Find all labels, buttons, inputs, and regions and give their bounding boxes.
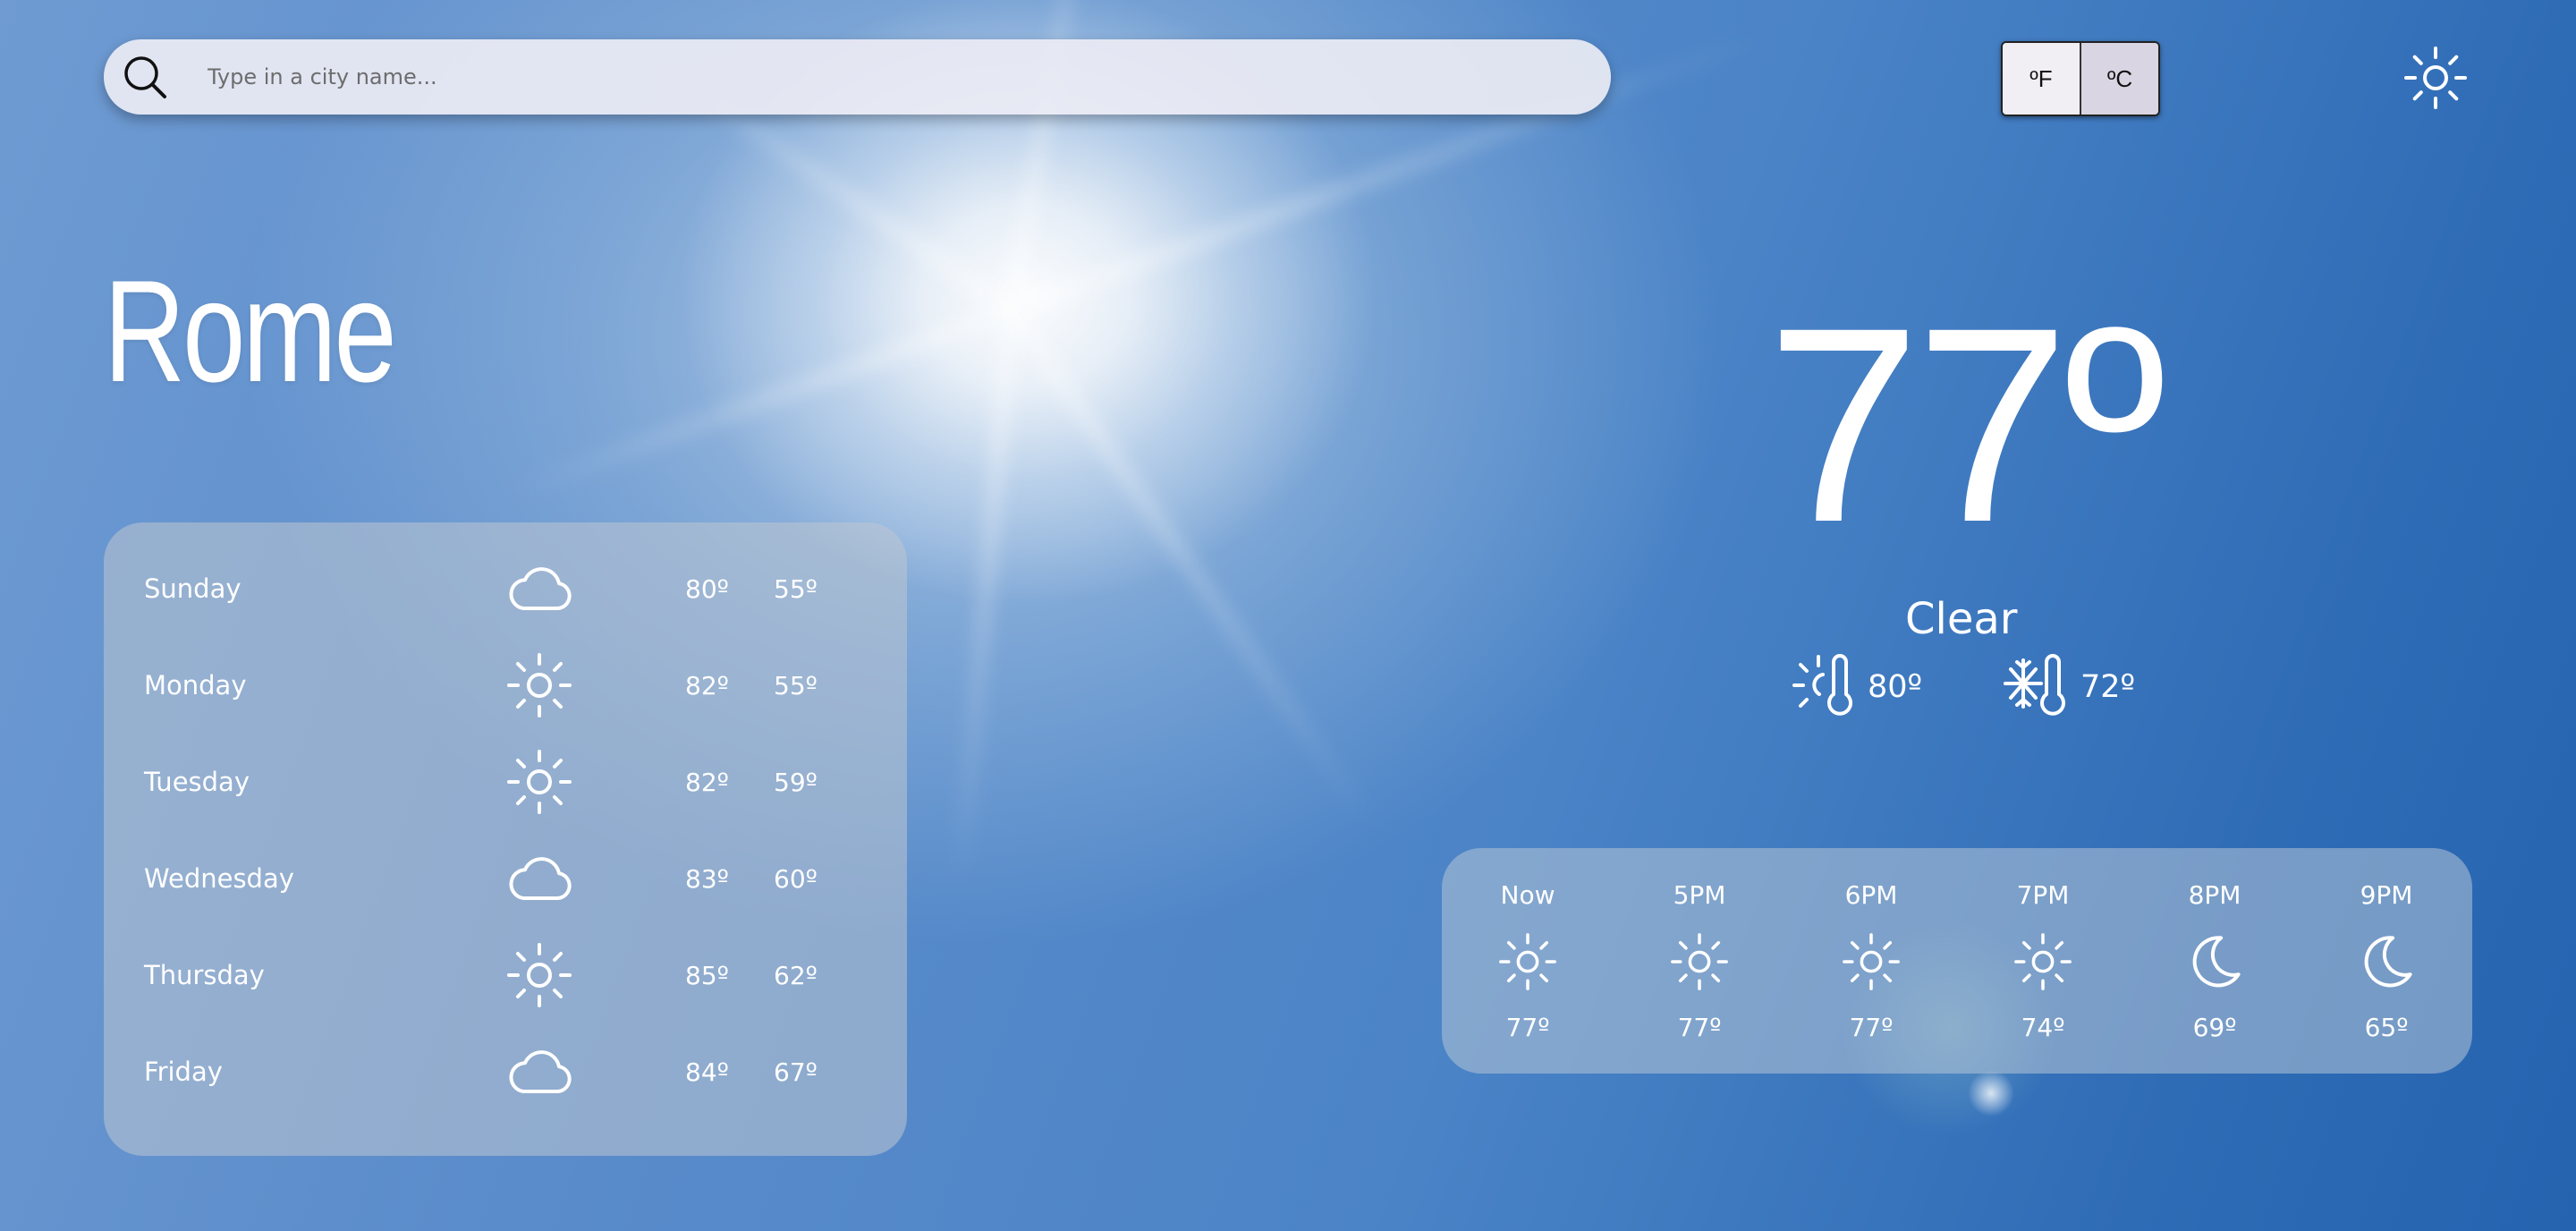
daily-forecast-row: Thursday 85º 62º [104,927,907,1023]
city-name: Rome [104,250,397,412]
hour-temperature: 77º [1505,1013,1550,1042]
day-high: 80º [685,573,729,604]
sun-icon [1671,933,1728,990]
day-high: 83º [685,863,729,894]
day-low: 59º [774,767,818,797]
day-high: 84º [685,1057,729,1087]
celsius-button[interactable]: ºC [2081,43,2158,115]
daily-forecast-row: Friday 84º 67º [104,1023,907,1120]
hourly-forecast-item: 9PM 65º [2319,848,2453,1074]
day-name: Wednesday [144,863,294,894]
thermometer-sun-icon [1792,654,1852,716]
unit-toggle: ºF ºC [2001,41,2160,116]
day-low: 67º [774,1057,818,1087]
day-name: Monday [144,670,247,700]
day-low: 55º [774,573,818,604]
hour-temperature: 65º [2364,1013,2409,1042]
daily-forecast-row: Wednesday 83º 60º [104,830,907,927]
sun-icon [507,750,572,814]
hour-label: 9PM [2360,880,2413,910]
search-icon[interactable] [120,52,170,102]
day-name: Thursday [144,960,265,990]
day-name: Tuesday [144,767,250,797]
theme-toggle-sun-icon[interactable] [2402,45,2469,111]
hour-label: 6PM [1844,880,1898,910]
hour-temperature: 77º [1677,1013,1722,1042]
current-condition: Clear [1905,594,2018,644]
cloud-icon [509,1050,572,1093]
hour-temperature: 77º [1849,1013,1894,1042]
day-high: 85º [685,960,729,990]
hourly-forecast-card: Now 77º 5PM 77º 6PM 77º 7PM 74º 8PM 69º … [1442,848,2472,1074]
daily-forecast-card: Sunday 80º 55º Monday 82º 55º Tuesday 82… [104,522,907,1156]
sun-icon [507,943,572,1007]
current-high-value: 80º [1868,669,1923,705]
hourly-forecast-item: Now 77º [1461,848,1595,1074]
current-low: 72º [2002,649,2135,725]
cloud-icon [509,857,572,900]
sun-icon [1843,933,1900,990]
moon-icon [2364,936,2412,988]
hour-label: 8PM [2188,880,2241,910]
cloud-icon [509,567,572,610]
day-high: 82º [685,767,729,797]
thermometer-snowflake-icon [2004,654,2065,716]
daily-forecast-row: Sunday 80º 55º [104,540,907,637]
hourly-forecast-item: 6PM 77º [1804,848,1938,1074]
hour-label: 5PM [1673,880,1726,910]
daily-forecast-row: Monday 82º 55º [104,637,907,734]
hour-label: Now [1500,880,1555,910]
daily-forecast-row: Tuesday 82º 59º [104,734,907,830]
day-high: 82º [685,670,729,700]
hour-temperature: 69º [2192,1013,2237,1042]
day-low: 62º [774,960,818,990]
day-name: Friday [144,1057,223,1087]
current-low-value: 72º [2080,669,2136,705]
current-temperature: 77º [1767,269,2165,580]
sun-icon [507,653,572,717]
hourly-forecast-item: 7PM 74º [1976,848,2110,1074]
search-bar[interactable] [104,39,1611,115]
hourly-forecast-item: 8PM 69º [2148,848,2282,1074]
hourly-forecast-item: 5PM 77º [1632,848,1767,1074]
day-low: 60º [774,863,818,894]
day-low: 55º [774,670,818,700]
moon-icon [2192,936,2241,988]
day-name: Sunday [144,573,242,604]
sun-icon [2014,933,2072,990]
search-input[interactable] [206,49,1551,105]
hour-label: 7PM [2016,880,2070,910]
current-high: 80º [1789,649,1922,725]
sun-icon [1499,933,1556,990]
fahrenheit-button[interactable]: ºF [2003,43,2081,115]
hour-temperature: 74º [2021,1013,2065,1042]
